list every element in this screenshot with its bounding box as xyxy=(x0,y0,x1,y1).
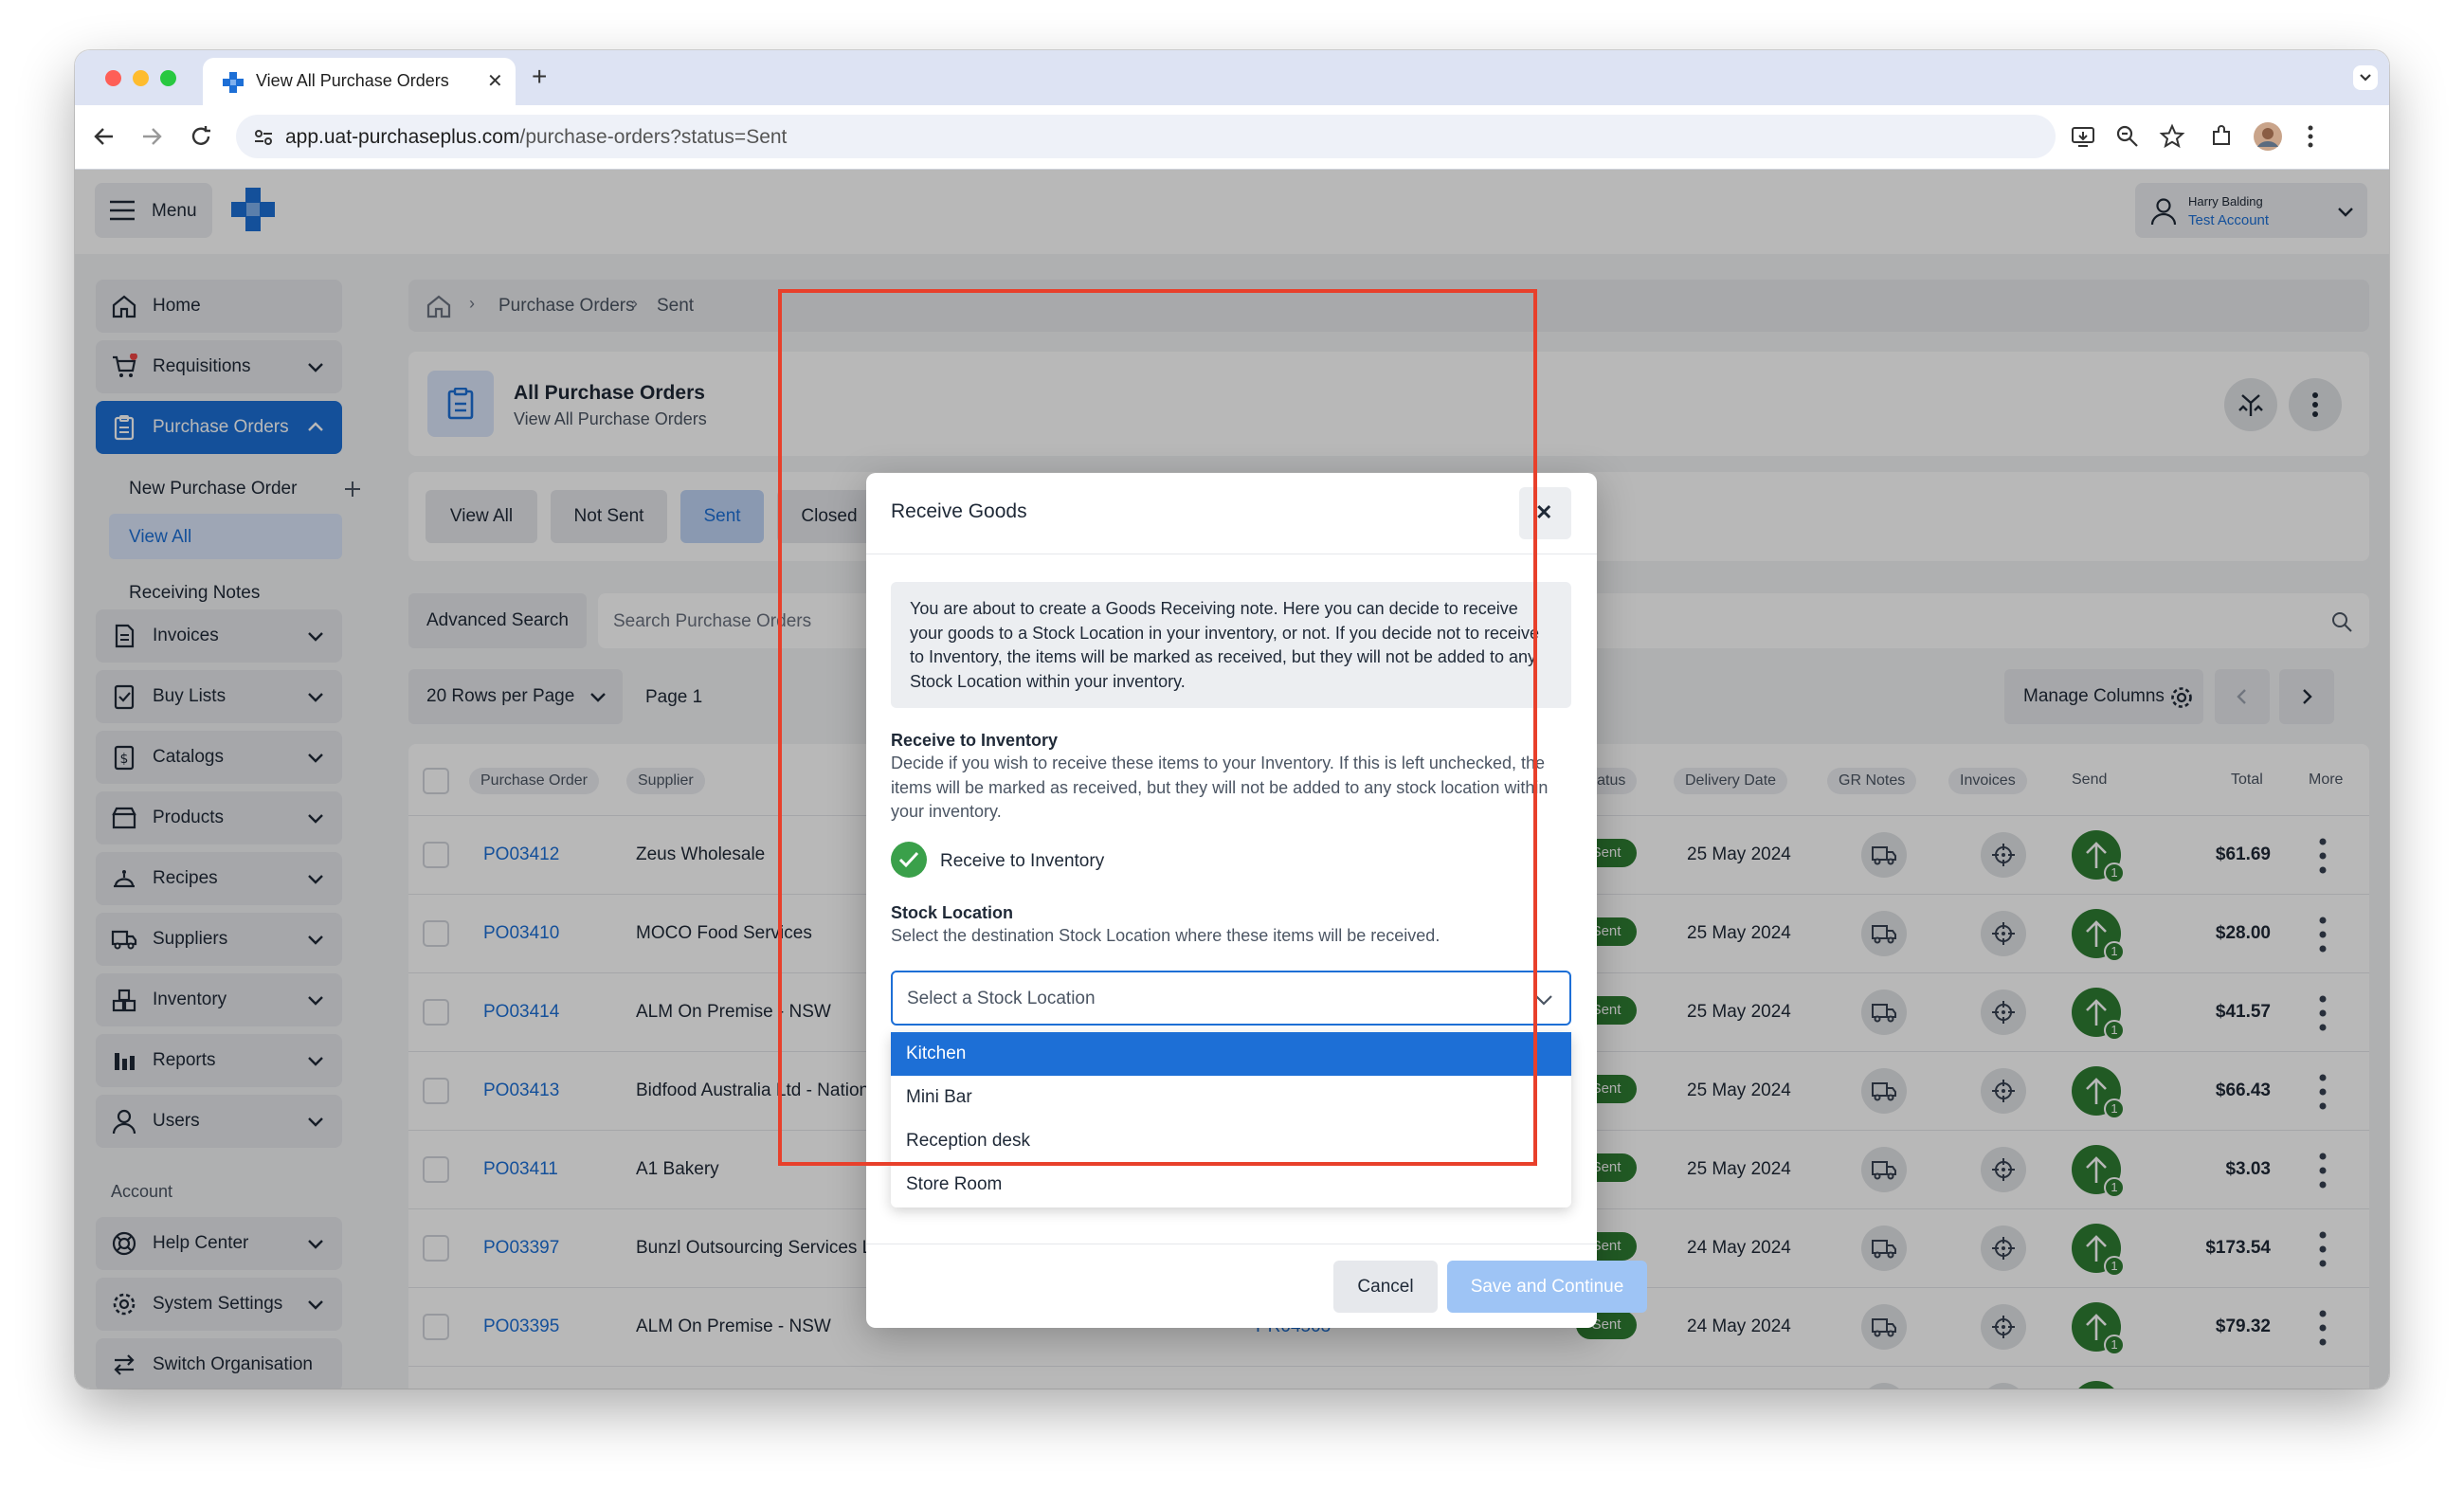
url-domain: app.uat-purchaseplus.com xyxy=(285,126,520,148)
stock-location-description: Select the destination Stock Location wh… xyxy=(891,926,1440,945)
site-settings-icon[interactable] xyxy=(253,127,274,148)
chevron-down-icon xyxy=(1535,995,1552,1006)
modal-close-button[interactable]: ✕ xyxy=(1519,487,1571,539)
zoom-window-button[interactable] xyxy=(160,70,176,86)
close-icon: ✕ xyxy=(1535,500,1553,524)
receive-to-inventory-label: Receive to Inventory xyxy=(940,851,1105,871)
save-and-continue-button[interactable]: Save and Continue xyxy=(1447,1261,1647,1313)
url-path: /purchase-orders?status=Sent xyxy=(519,126,788,148)
stock-location-placeholder: Select a Stock Location xyxy=(907,989,1096,1008)
browser-menu-icon[interactable] xyxy=(2306,124,2315,149)
tab-search-dropdown-icon[interactable] xyxy=(2353,65,2378,90)
receive-to-inventory-heading: Receive to Inventory xyxy=(891,731,1059,750)
bookmark-star-icon[interactable] xyxy=(2159,123,2185,150)
receive-to-inventory-description: Decide if you wish to receive these item… xyxy=(891,754,1549,821)
extensions-icon[interactable] xyxy=(2209,124,2234,149)
browser-window: View All Purchase Orders ✕ + app.uat-pur… xyxy=(75,50,2389,1389)
cancel-button[interactable]: Cancel xyxy=(1333,1261,1438,1313)
tab-title: View All Purchase Orders xyxy=(256,71,449,90)
browser-tab[interactable]: View All Purchase Orders ✕ xyxy=(203,58,516,105)
stock-location-dropdown: Kitchen Mini Bar Reception desk Store Ro… xyxy=(891,1032,1571,1208)
stock-location-heading: Stock Location xyxy=(891,903,1014,922)
new-tab-button[interactable]: + xyxy=(532,62,547,92)
minimize-window-button[interactable] xyxy=(133,70,149,86)
stock-location-option-kitchen[interactable]: Kitchen xyxy=(891,1032,1571,1076)
checkmark-icon xyxy=(898,851,919,868)
modal-info-text: You are about to create a Goods Receivin… xyxy=(910,599,1540,691)
forward-arrow-icon[interactable] xyxy=(139,124,164,149)
profile-avatar-icon[interactable] xyxy=(2253,121,2283,152)
modal-info-box: You are about to create a Goods Receivin… xyxy=(891,582,1571,708)
modal-title: Receive Goods xyxy=(891,500,1027,522)
modal-backdrop-top xyxy=(75,170,2389,254)
url-text: app.uat-purchaseplus.com/purchase-orders… xyxy=(285,126,787,149)
stock-location-option-mini-bar[interactable]: Mini Bar xyxy=(891,1076,1571,1119)
browser-tab-strip: View All Purchase Orders ✕ + xyxy=(75,50,2389,105)
stock-location-select[interactable]: Select a Stock Location xyxy=(891,971,1571,1026)
receive-goods-modal: Receive Goods ✕ You are about to create … xyxy=(866,473,1647,1328)
stock-location-option-store-room[interactable]: Store Room xyxy=(891,1163,1571,1207)
purchaseplus-favicon-icon xyxy=(223,72,244,93)
close-window-button[interactable] xyxy=(105,70,121,86)
address-bar[interactable]: app.uat-purchaseplus.com/purchase-orders… xyxy=(236,115,2056,158)
reload-icon[interactable] xyxy=(189,124,213,149)
zoom-icon[interactable] xyxy=(2115,124,2140,149)
app-container: Menu Harry Balding Test Account Home Req… xyxy=(75,170,2389,1389)
browser-toolbar: app.uat-purchaseplus.com/purchase-orders… xyxy=(75,105,2389,170)
receive-to-inventory-checkbox[interactable] xyxy=(891,842,927,878)
install-app-icon[interactable] xyxy=(2071,124,2095,149)
tab-close-icon[interactable]: ✕ xyxy=(487,69,503,93)
back-arrow-icon[interactable] xyxy=(92,124,117,149)
stock-location-option-reception-desk[interactable]: Reception desk xyxy=(891,1119,1571,1163)
